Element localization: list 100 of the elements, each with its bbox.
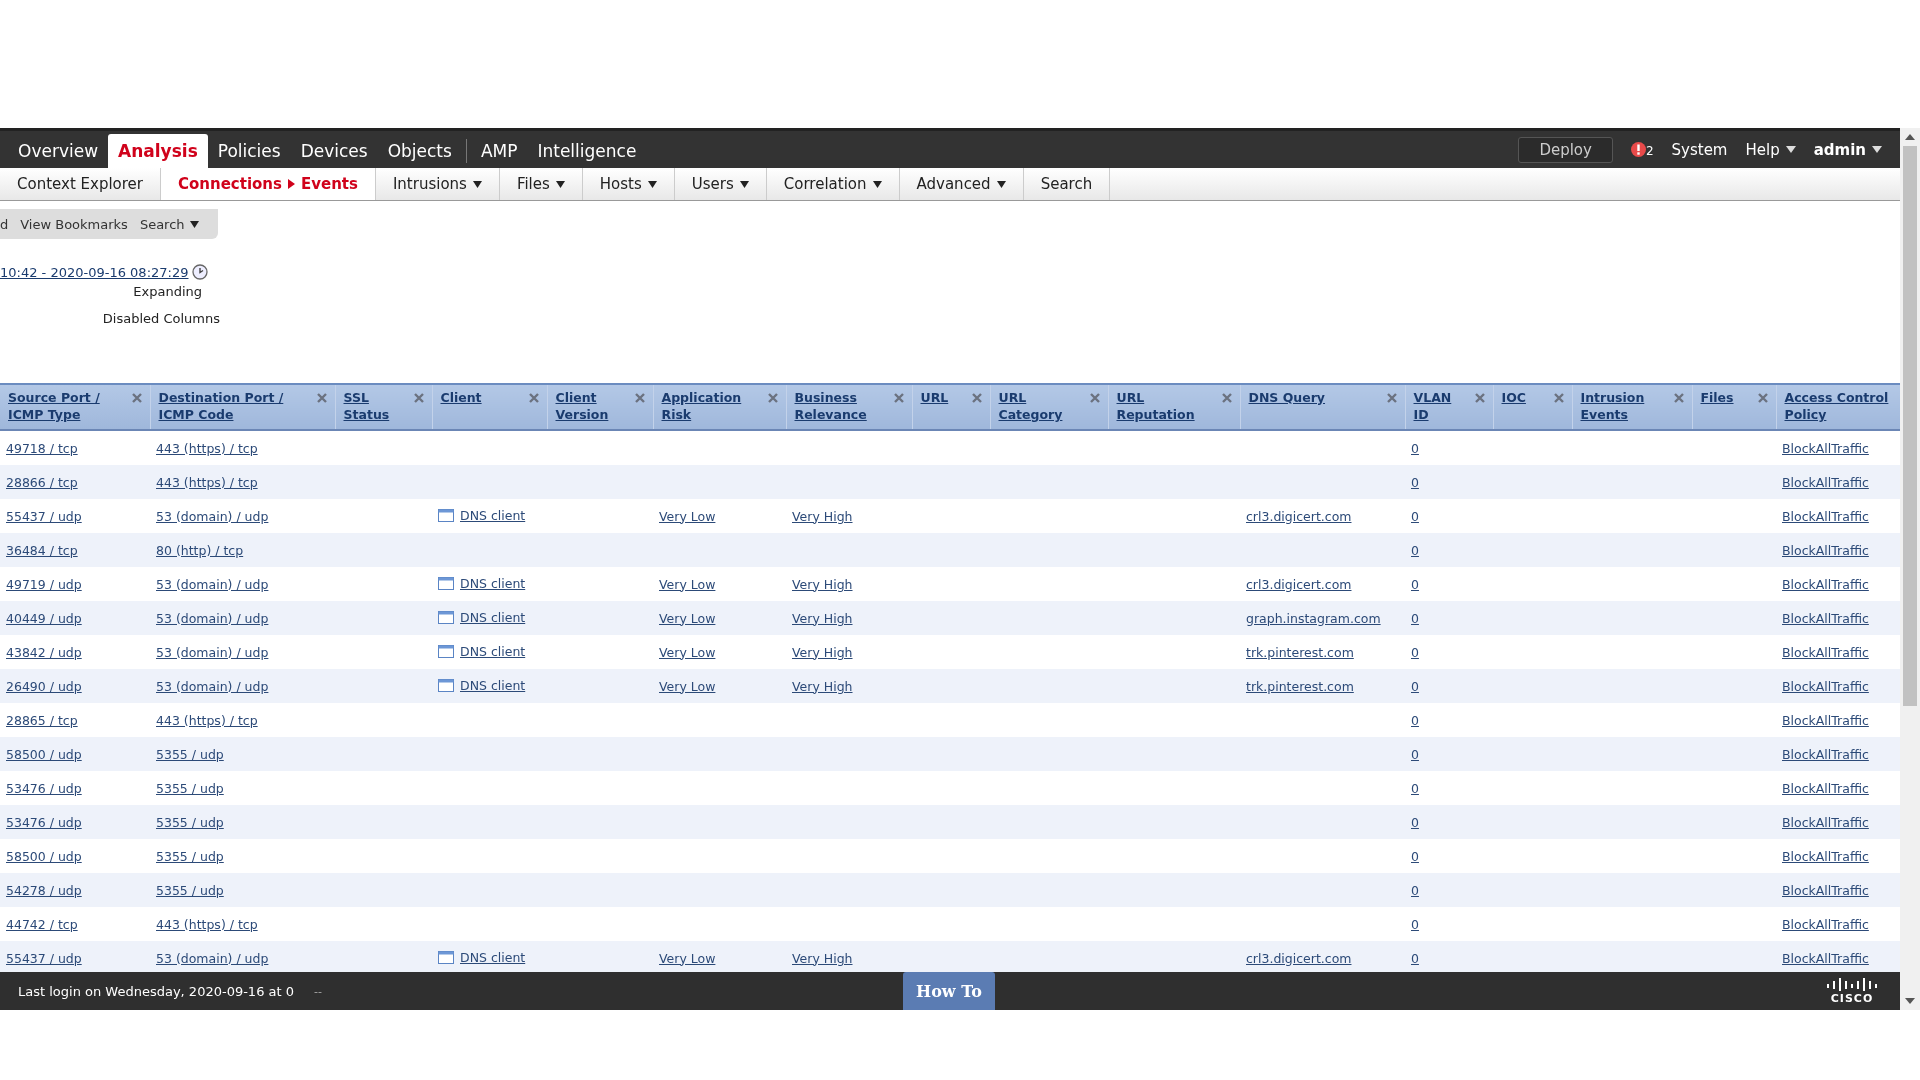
table-cell-link[interactable]: 443 (https) / tcp <box>156 712 258 728</box>
table-cell-link[interactable]: Very Low <box>659 508 716 524</box>
table-cell-link[interactable]: Very High <box>792 508 853 524</box>
sub-nav-tab[interactable]: Intrusions <box>375 168 500 200</box>
table-cell-link[interactable]: BlockAllTraffic <box>1782 780 1869 796</box>
close-icon[interactable] <box>528 393 539 403</box>
view-bookmarks-link[interactable]: View Bookmarks <box>20 216 128 232</box>
scroll-down-icon[interactable] <box>1905 998 1915 1004</box>
column-header-link[interactable]: Access Control Policy <box>1784 389 1889 423</box>
column-header[interactable]: Files <box>1692 384 1776 430</box>
table-cell-link[interactable]: trk.pinterest.com <box>1246 644 1354 660</box>
table-cell-link[interactable]: 5355 / udp <box>156 848 224 864</box>
close-icon[interactable] <box>1553 393 1564 403</box>
table-cell-link[interactable]: 0 <box>1411 712 1419 728</box>
table-cell-link[interactable]: 49719 / udp <box>6 576 82 592</box>
column-header-link[interactable]: Destination Port / ICMP Code <box>158 389 284 423</box>
system-menu[interactable]: System <box>1671 140 1728 159</box>
close-icon[interactable] <box>1386 393 1397 403</box>
scroll-up-icon[interactable] <box>1905 134 1915 140</box>
table-cell-link[interactable]: 0 <box>1411 610 1419 626</box>
table-cell-link[interactable]: 0 <box>1411 508 1419 524</box>
client-link[interactable]: DNS client <box>460 643 526 659</box>
column-header[interactable]: Intrusion Events <box>1572 384 1692 430</box>
table-cell-link[interactable]: BlockAllTraffic <box>1782 848 1869 864</box>
table-cell-link[interactable]: 53 (domain) / udp <box>156 508 269 524</box>
column-header-link[interactable]: SSL Status <box>343 389 390 423</box>
column-header[interactable]: Client <box>432 384 547 430</box>
search-menu[interactable]: Search <box>139 216 199 232</box>
column-header[interactable]: Business Relevance <box>786 384 912 430</box>
close-icon[interactable] <box>971 393 982 403</box>
deploy-button[interactable]: Deploy <box>1518 136 1613 163</box>
close-icon[interactable] <box>413 393 424 403</box>
column-header-link[interactable]: DNS Query <box>1248 389 1325 406</box>
column-header[interactable]: URL Category <box>990 384 1108 430</box>
table-cell-link[interactable]: 49718 / tcp <box>6 440 78 456</box>
table-cell-link[interactable]: BlockAllTraffic <box>1782 712 1869 728</box>
nav-tab[interactable]: Intelligence <box>527 134 647 168</box>
sub-nav-tab[interactable]: Correlation <box>766 168 900 200</box>
column-header[interactable]: Access Control Policy <box>1776 384 1900 430</box>
close-icon[interactable] <box>893 393 904 403</box>
alert-indicator[interactable]: 2 <box>1630 141 1654 158</box>
column-header-link[interactable]: Business Relevance <box>794 389 867 423</box>
nav-tab[interactable]: Overview <box>8 134 109 168</box>
table-cell-link[interactable]: 0 <box>1411 746 1419 762</box>
column-header[interactable]: URL Reputation <box>1108 384 1240 430</box>
column-header[interactable]: DNS Query <box>1240 384 1405 430</box>
table-cell-link[interactable]: BlockAllTraffic <box>1782 440 1869 456</box>
column-header-link[interactable]: Intrusion Events <box>1580 389 1645 423</box>
table-cell-link[interactable]: 0 <box>1411 882 1419 898</box>
table-cell-link[interactable]: 0 <box>1411 848 1419 864</box>
user-menu[interactable]: admin <box>1813 140 1882 159</box>
column-header[interactable]: Source Port / ICMP Type <box>0 384 150 430</box>
sub-nav-tab[interactable]: Hosts <box>582 168 675 200</box>
table-cell-link[interactable]: 0 <box>1411 440 1419 456</box>
table-cell-link[interactable]: 0 <box>1411 542 1419 558</box>
sub-nav-tab[interactable]: Context Explorer <box>0 168 161 200</box>
toolbar-link[interactable]: d <box>0 216 9 232</box>
table-cell-link[interactable]: 0 <box>1411 644 1419 660</box>
table-cell-link[interactable]: Very Low <box>659 644 716 660</box>
column-header-link[interactable]: IOC <box>1501 389 1526 406</box>
close-icon[interactable] <box>1757 393 1768 403</box>
table-cell-link[interactable]: 5355 / udp <box>156 746 224 762</box>
table-cell-link[interactable]: crl3.digicert.com <box>1246 508 1352 524</box>
client-link[interactable]: DNS client <box>460 575 526 591</box>
close-icon[interactable] <box>1089 393 1100 403</box>
table-cell-link[interactable]: BlockAllTraffic <box>1782 916 1869 932</box>
close-icon[interactable] <box>1221 393 1232 403</box>
close-icon[interactable] <box>767 393 778 403</box>
sub-nav-tab[interactable]: Connections Events <box>161 168 376 200</box>
table-cell-link[interactable]: 5355 / udp <box>156 780 224 796</box>
sub-nav-tab[interactable]: Users <box>674 168 767 200</box>
sub-nav-tab[interactable]: Search <box>1023 168 1111 200</box>
table-cell-link[interactable]: 53476 / udp <box>6 780 82 796</box>
column-header-link[interactable]: Source Port / ICMP Type <box>8 389 100 423</box>
table-cell-link[interactable]: 43842 / udp <box>6 644 82 660</box>
close-icon[interactable] <box>634 393 645 403</box>
scrollbar-thumb[interactable] <box>1903 146 1917 706</box>
column-header-link[interactable]: Application Risk <box>661 389 742 423</box>
help-menu[interactable]: Help <box>1745 140 1796 159</box>
column-header[interactable]: Application Risk <box>653 384 786 430</box>
column-header-link[interactable]: Client <box>440 389 482 406</box>
table-cell-link[interactable]: BlockAllTraffic <box>1782 576 1869 592</box>
nav-tab[interactable]: Analysis <box>108 134 208 168</box>
nav-tab[interactable]: Objects <box>377 134 462 168</box>
how-to-button[interactable]: How To <box>903 972 995 1010</box>
sub-nav-tab[interactable]: Files <box>499 168 583 200</box>
close-icon[interactable] <box>316 393 327 403</box>
table-cell-link[interactable]: 0 <box>1411 678 1419 694</box>
table-cell-link[interactable]: 0 <box>1411 474 1419 490</box>
close-icon[interactable] <box>1474 393 1485 403</box>
table-cell-link[interactable]: 5355 / udp <box>156 882 224 898</box>
table-cell-link[interactable]: 443 (https) / tcp <box>156 440 258 456</box>
column-header-link[interactable]: Client Version <box>555 389 609 423</box>
column-header-link[interactable]: VLAN ID <box>1413 389 1452 423</box>
table-cell-link[interactable]: crl3.digicert.com <box>1246 576 1352 592</box>
column-header[interactable]: Destination Port / ICMP Code <box>150 384 335 430</box>
table-cell-link[interactable]: BlockAllTraffic <box>1782 644 1869 660</box>
table-cell-link[interactable]: 0 <box>1411 814 1419 830</box>
nav-tab[interactable]: AMP <box>470 134 528 168</box>
scrollbar[interactable] <box>1900 128 1920 1010</box>
